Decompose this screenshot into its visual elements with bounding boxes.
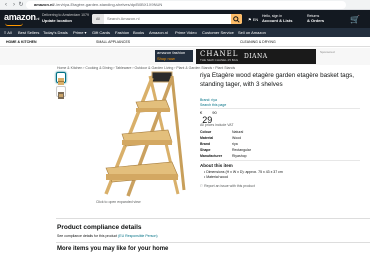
browser-toolbar: ‹ › ↻ amazon.nl/-/en/riya-Etagère-garden…: [0, 0, 370, 10]
logo-smile-icon: [5, 23, 23, 26]
compliance-text: See compliance details for this product …: [57, 234, 158, 238]
account-lists[interactable]: Hello, sign in Account & Lists: [262, 14, 292, 23]
search-page-link[interactable]: Search this page: [200, 103, 226, 107]
subnav-amazon-nl[interactable]: Amazon.nl: [149, 28, 168, 37]
subnav-books[interactable]: Books: [133, 28, 144, 37]
divider: [200, 160, 360, 161]
compliance-heading: Product compliance details: [57, 224, 142, 231]
top-navigation: amazon.nl Delivering to Amsterdam 1079 U…: [0, 10, 370, 28]
amazon-fashion-ad[interactable]: amazon fashion Shop now: [155, 50, 193, 62]
report-link[interactable]: ⚐ Report an issue with this product: [200, 184, 255, 188]
cart-icon[interactable]: 🛒: [350, 15, 360, 24]
subnav-all[interactable]: ≡ All: [4, 28, 12, 37]
subnav-sell[interactable]: Sell on Amazon: [238, 28, 266, 37]
flag-icon: ⚐: [200, 184, 204, 188]
vat-note: All prices include VAT: [200, 123, 234, 127]
chanel-ad[interactable]: CHANEL DIANA THE NEW CHANEL 25 BAG: [196, 49, 316, 64]
sub-navigation: ≡ All Best Sellers Today's Deals Prime ▾…: [0, 28, 370, 37]
reload-icon[interactable]: ↻: [17, 1, 25, 9]
sponsored-label: Sponsored: [320, 50, 335, 54]
search-bar: All Search Amazon.nl: [92, 14, 242, 24]
url-domain: amazon.nl: [34, 2, 54, 7]
returns-orders[interactable]: Returns & Orders: [307, 14, 324, 23]
subnav-prime-video[interactable]: Prime Video: [175, 28, 197, 37]
thumbnail-2[interactable]: [56, 86, 66, 99]
deliver-to[interactable]: Delivering to Amsterdam 1079 Update loca…: [42, 13, 89, 24]
category-bar: HOME & KITCHEN SMALL APPLIANCES CLEANING…: [0, 37, 370, 47]
category-small-appliances[interactable]: SMALL APPLIANCES: [96, 37, 130, 47]
subnav-todays-deals[interactable]: Today's Deals: [43, 28, 68, 37]
subnav-prime[interactable]: Prime ▾: [73, 28, 87, 37]
search-category-select[interactable]: All: [92, 14, 104, 24]
play-icon: [58, 92, 64, 99]
section-divider: [56, 218, 370, 219]
about-bullet: • Material wood: [204, 175, 228, 179]
search-button[interactable]: [231, 14, 242, 24]
category-home-kitchen[interactable]: HOME & KITCHEN: [6, 37, 37, 47]
url-path: /-/en/riya-Etagère-garden-standing-shelv…: [53, 2, 163, 7]
subnav-fashion[interactable]: Fashion: [115, 28, 129, 37]
brand-link[interactable]: Brand: riya: [200, 98, 217, 102]
divider: [200, 108, 360, 109]
search-input[interactable]: Search Amazon.nl: [107, 14, 139, 24]
thumbnail-1[interactable]: [56, 72, 66, 85]
ad-banner: amazon fashion Shop now CHANEL DIANA THE…: [0, 48, 370, 65]
subnav-gift-cards[interactable]: Gift Cards: [92, 28, 110, 37]
back-icon[interactable]: ‹: [2, 1, 10, 9]
flag-icon: ⚑: [248, 17, 252, 22]
image-caption[interactable]: Click to open expanded view: [96, 200, 141, 204]
responsible-person-link[interactable]: (EU Responsible Person): [118, 234, 158, 238]
about-heading: About this item: [200, 163, 233, 168]
product-title: riya Etagère wood etagère garden etagère…: [200, 72, 355, 88]
address-bar[interactable]: amazon.nl/-/en/riya-Etagère-garden-stand…: [26, 1, 346, 9]
section-divider: [56, 242, 370, 243]
language-selector[interactable]: ⚑ EN: [248, 17, 258, 22]
subnav-best-sellers[interactable]: Best Sellers: [18, 28, 39, 37]
more-items-heading: More items you may like for your home: [57, 246, 169, 252]
amazon-logo[interactable]: amazon.nl: [4, 12, 39, 22]
category-cleaning[interactable]: CLEANING & DRYING: [240, 37, 276, 47]
product-main-image[interactable]: [92, 70, 192, 197]
subnav-customer-service[interactable]: Customer Service: [202, 28, 234, 37]
search-icon: [233, 16, 240, 23]
